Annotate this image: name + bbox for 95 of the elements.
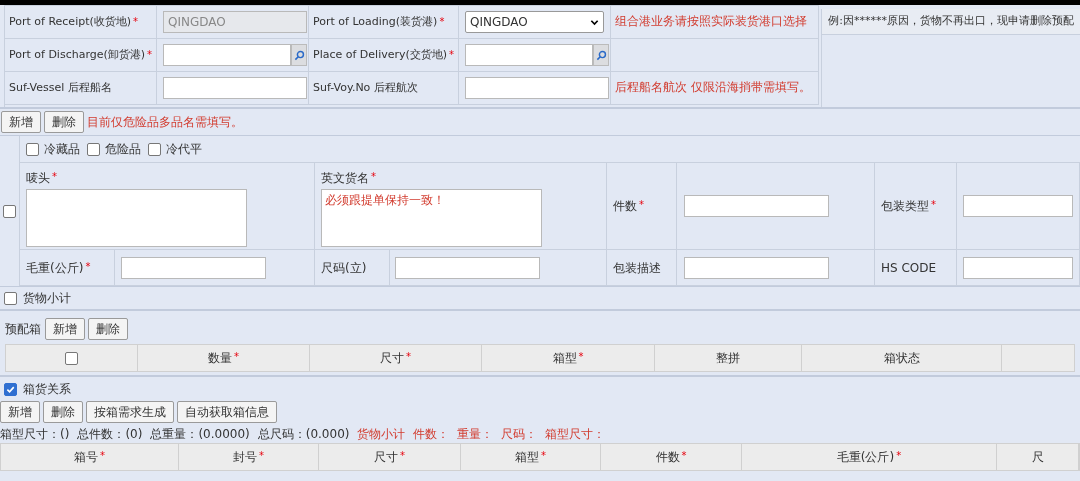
required-mark: * <box>133 14 139 29</box>
field-label: 毛重(公斤) <box>26 259 84 277</box>
column-header: 件数 <box>655 449 680 466</box>
field-label: 英文货名 <box>321 170 369 187</box>
column-header: 箱型 <box>515 449 539 466</box>
checkbox[interactable] <box>148 142 161 156</box>
hint-text: 目前仅危险品多品名需填写。 <box>87 114 243 131</box>
required-mark: * <box>371 170 376 184</box>
field-label: 包装类型 <box>881 198 929 215</box>
checkbox[interactable] <box>26 142 39 156</box>
field-label: Suf-Vessel 后程船名 <box>9 79 112 96</box>
section-label: 预配箱 <box>5 321 41 338</box>
field-label: 尺码(立) <box>321 259 367 277</box>
required-mark: * <box>449 47 455 62</box>
checkbox-label: 冷藏品 <box>44 141 80 158</box>
field-label: Place of Delivery(交货地) <box>313 46 448 63</box>
checkbox[interactable] <box>3 204 16 218</box>
required-mark: * <box>406 350 411 364</box>
required-mark: * <box>541 449 546 463</box>
field-label: HS CODE <box>881 259 937 277</box>
required-mark: * <box>639 198 644 212</box>
search-button[interactable] <box>593 44 609 66</box>
input-field[interactable] <box>163 77 307 99</box>
required-mark: * <box>259 449 264 463</box>
column-header: 毛重(公斤) <box>836 449 895 466</box>
search-icon <box>293 49 305 61</box>
hint-text: 后程船名航次 仅限沿海捎带需填写。 <box>615 79 811 97</box>
toolbar-button[interactable]: 按箱需求生成 <box>86 401 174 423</box>
column-header: 封号 <box>233 449 257 466</box>
toolbar-button[interactable]: 自动获取箱信息 <box>177 401 277 423</box>
subtotal-text: 重量： <box>457 425 494 443</box>
input-field[interactable] <box>963 195 1073 217</box>
search-icon <box>595 49 607 61</box>
required-mark: * <box>147 47 153 62</box>
checkbox-label: 箱货关系 <box>23 381 71 398</box>
toolbar-button[interactable]: 删除 <box>88 318 128 340</box>
input-field[interactable] <box>465 77 609 99</box>
toolbar-button[interactable]: 删除 <box>43 401 83 423</box>
checkbox-label: 危险品 <box>105 141 141 158</box>
checkbox[interactable] <box>87 142 100 156</box>
search-button[interactable] <box>291 44 307 66</box>
field-label: Port of Loading(装货港) <box>313 13 438 30</box>
subtotal-text: 尺码： <box>501 425 538 443</box>
input-field[interactable] <box>121 256 266 279</box>
toolbar-button[interactable]: 新增 <box>1 111 41 133</box>
column-header: 整拼 <box>716 350 740 367</box>
column-header: 数量 <box>208 350 232 367</box>
checkbox-label: 货物小计 <box>23 290 71 307</box>
required-mark: * <box>681 449 687 463</box>
select-field[interactable]: QINGDAO <box>465 11 604 33</box>
text-area[interactable] <box>26 189 247 247</box>
field-label: 唛头 <box>26 170 50 187</box>
field-label: Port of Discharge(卸货港) <box>9 46 146 63</box>
checkbox[interactable] <box>65 351 78 365</box>
toolbar-button[interactable]: 新增 <box>0 401 40 423</box>
column-header: 箱号 <box>74 449 98 466</box>
remark-example: 例:因******原因，货物不再出口，现申请删除预配 <box>828 13 1074 30</box>
field-label: 包装描述 <box>613 259 661 277</box>
checkbox[interactable] <box>4 382 17 396</box>
checkbox-label: 冷代平 <box>166 141 202 158</box>
subtotal-text: 件数： <box>413 425 450 443</box>
input-field[interactable] <box>963 256 1073 279</box>
hint-text: 组合港业务请按照实际装货港口选择 <box>615 13 807 31</box>
required-mark: * <box>400 449 405 463</box>
text-area[interactable]: 必须跟提单保持一致！ <box>321 189 542 247</box>
field-label: 件数 <box>613 198 637 215</box>
required-mark: * <box>100 449 105 463</box>
required-mark: * <box>578 350 584 364</box>
column-header: 尺寸 <box>374 449 398 466</box>
toolbar-button[interactable]: 新增 <box>45 318 85 340</box>
required-mark: * <box>896 449 902 463</box>
total-text: 箱型尺寸：() <box>0 425 70 443</box>
required-mark: * <box>85 259 91 274</box>
column-header: 尺寸 <box>380 350 404 367</box>
column-header: 尺 <box>1031 449 1044 466</box>
subtotal-text: 货物小计 <box>357 425 406 443</box>
total-text: 总件数：(0) <box>77 425 143 443</box>
column-header: 箱状态 <box>883 350 920 367</box>
subtotal-text: 箱型尺寸： <box>545 425 606 443</box>
required-mark: * <box>52 170 57 184</box>
total-text: 总尺码：(0.000) <box>257 425 350 443</box>
input-field[interactable] <box>684 256 829 279</box>
required-mark: * <box>234 350 239 364</box>
field-label: Port of Receipt(收货地) <box>9 13 132 30</box>
input-field[interactable] <box>465 44 593 66</box>
input-field[interactable] <box>395 256 540 279</box>
input-field[interactable] <box>684 195 829 217</box>
required-mark: * <box>439 14 445 29</box>
column-header: 箱型 <box>552 350 577 367</box>
checkbox[interactable] <box>4 291 17 305</box>
field-label: Suf-Voy.No 后程航次 <box>313 79 418 96</box>
total-text: 总重量：(0.0000) <box>150 425 250 443</box>
input-field[interactable] <box>163 44 291 66</box>
toolbar-button[interactable]: 删除 <box>44 111 84 133</box>
required-mark: * <box>931 198 936 212</box>
